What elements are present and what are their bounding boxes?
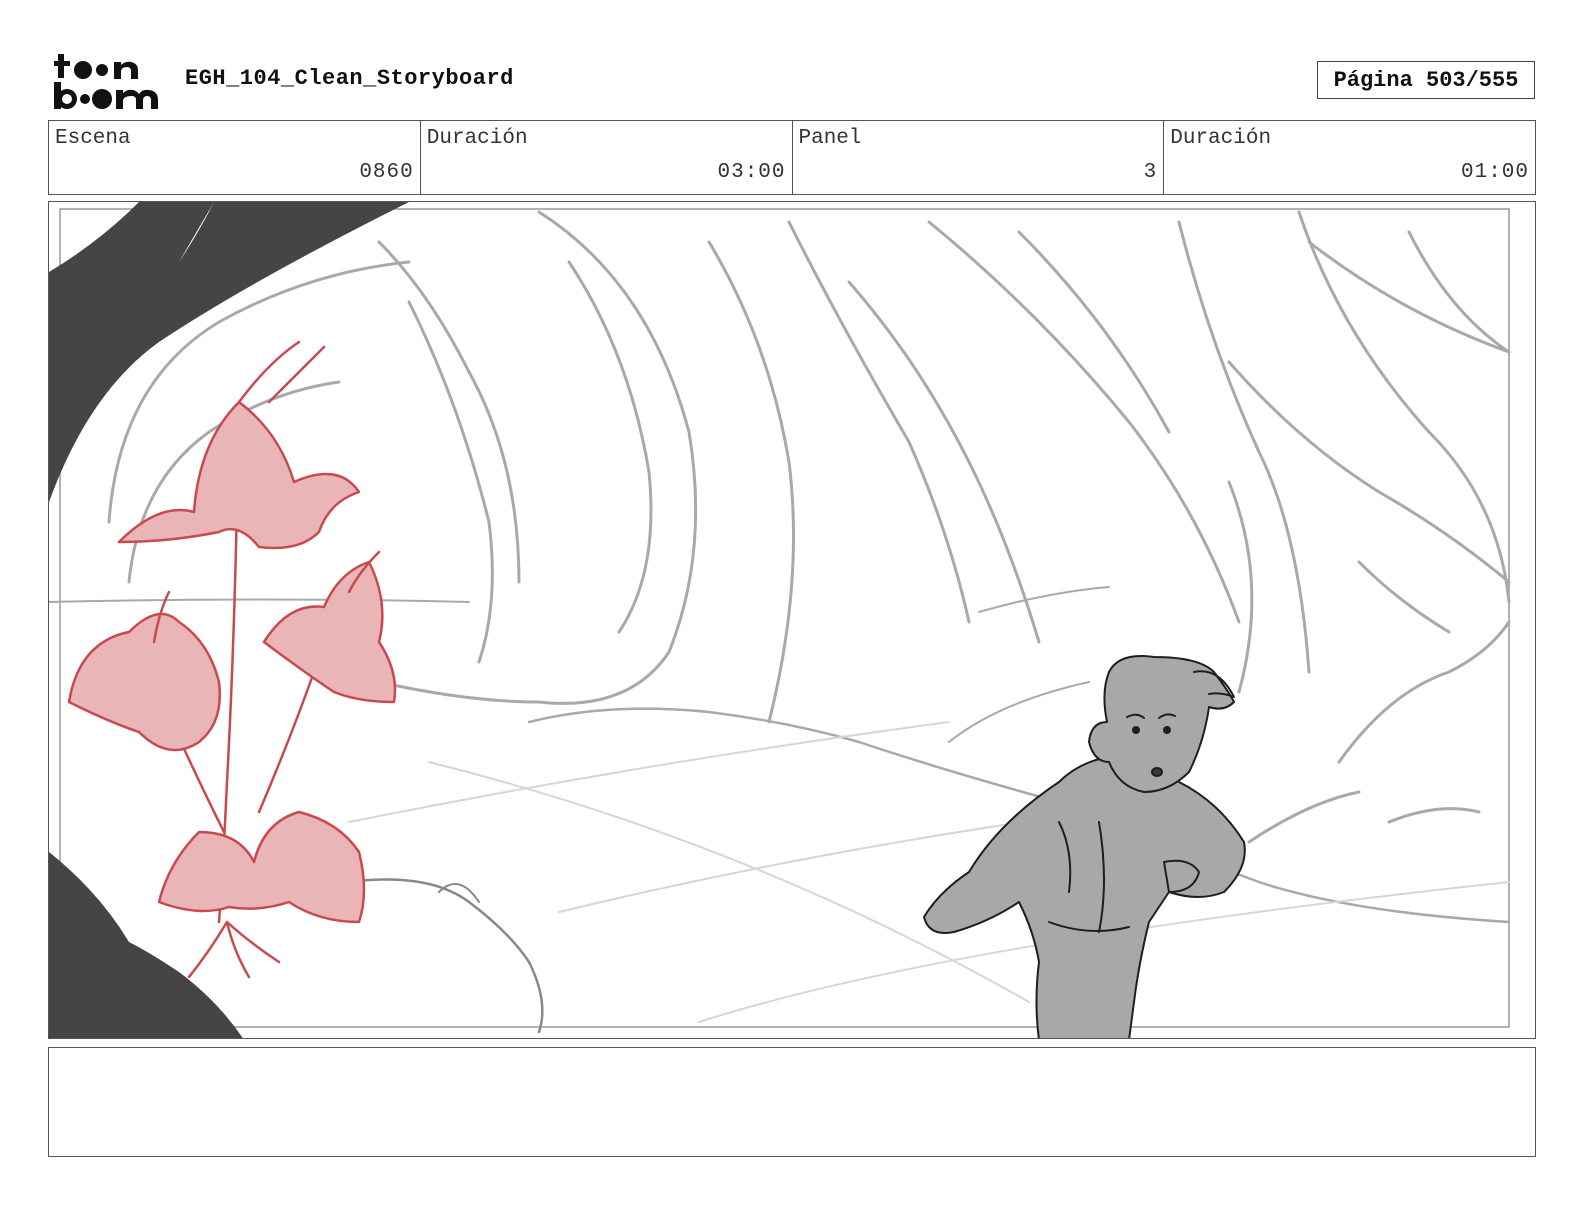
panel-duration-label: Duración [1170, 127, 1272, 150]
flower-plant [67, 340, 397, 979]
character-boy [923, 655, 1246, 1038]
notes-box [48, 1047, 1536, 1157]
document-title: EGH_104_Clean_Storyboard [185, 66, 514, 91]
panel-duration-value: 01:00 [1460, 161, 1529, 184]
panel-label: Panel [798, 127, 862, 150]
scene-duration-cell: Duración 03:00 [421, 121, 793, 194]
background-sketch [49, 210, 1511, 1034]
page-label: Página [1333, 67, 1413, 93]
storyboard-panel [48, 201, 1536, 1039]
panel-cell: Panel 3 [793, 121, 1165, 194]
scene-cell: Escena 0860 [49, 121, 421, 194]
scene-info-row: Escena 0860 Duración 03:00 Panel 3 Durac… [48, 120, 1536, 195]
panel-duration-cell: Duración 01:00 [1164, 121, 1535, 194]
scene-duration-label: Duración [426, 127, 528, 150]
scene-value: 0860 [359, 161, 414, 184]
scene-label: Escena [55, 127, 131, 150]
panel-value: 3 [1143, 161, 1158, 184]
panel-drawing [49, 202, 1511, 1038]
toon-boom-logo [54, 54, 158, 109]
scene-duration-value: 03:00 [717, 161, 786, 184]
page-indicator: Página 503/555 [1317, 61, 1535, 99]
page-number: 503/555 [1426, 67, 1519, 93]
